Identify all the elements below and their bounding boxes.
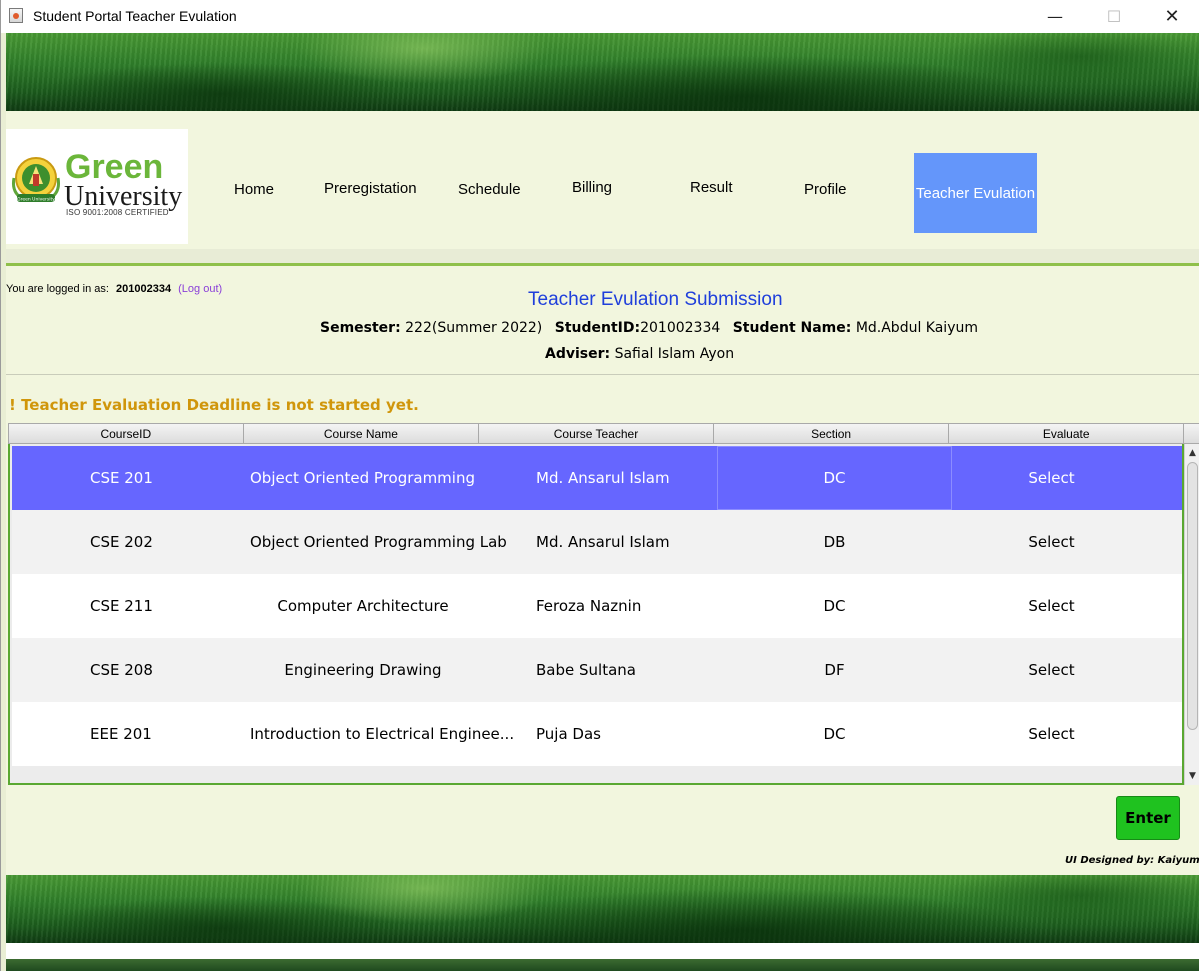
column-header-course-teacher[interactable]: Course Teacher (479, 424, 714, 443)
info-separator (6, 374, 1199, 375)
nav-preregistation[interactable]: Preregistation (324, 180, 417, 197)
bottom-banner-image (6, 875, 1199, 943)
table-scrollbar[interactable]: ▲ ▼ (1184, 444, 1199, 785)
table-row[interactable]: CSE 201 Object Oriented Programming Md. … (12, 446, 1182, 510)
maximize-button[interactable]: ☐ (1085, 0, 1143, 33)
table-header-corner (1184, 423, 1199, 444)
cell-course-name: Engineering Drawing (284, 661, 442, 679)
page-title: Teacher Evulation Submission (528, 289, 783, 310)
bottom-strip (6, 943, 1199, 959)
column-header-course-name[interactable]: Course Name (244, 424, 480, 443)
logo-text-university: University (64, 181, 183, 212)
evaluate-select-button[interactable]: Select (952, 446, 1151, 510)
header-divider-line (6, 263, 1199, 266)
student-name-value: Md.Abdul Kaiyum (855, 320, 978, 336)
nav-teacher-evulation[interactable]: Teacher Evulation (914, 153, 1037, 233)
logo-text-green: Green (65, 148, 164, 186)
cell-course-name: Object Oriented Programming (250, 469, 475, 487)
logout-link[interactable]: (Log out) (178, 283, 222, 295)
window-title: Student Portal Teacher Evulation (33, 8, 237, 24)
minimize-button[interactable]: — (1026, 0, 1084, 33)
cell-course-id: EEE 201 (90, 725, 152, 743)
column-header-evaluate[interactable]: Evaluate (949, 424, 1183, 443)
title-bar: Student Portal Teacher Evulation — ☐ ✕ (1, 0, 1199, 33)
cell-course-id: CSE 201 (90, 469, 153, 487)
table-row[interactable]: CSE 208 Engineering Drawing Babe Sultana… (12, 638, 1182, 702)
table-row[interactable]: EEE 201 Introduction to Electrical Engin… (12, 702, 1182, 766)
header-separator (6, 249, 1199, 263)
close-button[interactable]: ✕ (1143, 0, 1199, 33)
table-row[interactable]: CSE 202 Object Oriented Programming Lab … (12, 510, 1182, 574)
semester-value: 222(Summer 2022) (405, 320, 543, 336)
semester-label: Semester: (320, 320, 401, 336)
enter-button[interactable]: Enter (1116, 796, 1180, 840)
cell-teacher: Babe Sultana (536, 661, 636, 679)
login-label: You are logged in as: (6, 283, 109, 295)
table-row[interactable]: CSE 211 Computer Architecture Feroza Naz… (12, 574, 1182, 638)
nav-schedule[interactable]: Schedule (458, 181, 521, 198)
bottom-edge-image (6, 959, 1199, 971)
cell-section: DB (823, 533, 846, 551)
cell-course-name: Introduction to Electrical Enginee... (250, 725, 515, 743)
column-header-course-id[interactable]: CourseID (9, 424, 244, 443)
course-table: CSE 201 Object Oriented Programming Md. … (8, 444, 1184, 785)
student-info-line: Semester: 222(Summer 2022) StudentID:201… (320, 320, 978, 336)
nav-result[interactable]: Result (690, 179, 733, 196)
cell-course-id: CSE 211 (90, 597, 153, 615)
nav-profile[interactable]: Profile (804, 181, 847, 198)
login-user-id: 201002334 (116, 283, 172, 295)
university-logo: Green University Green University ISO 90… (6, 129, 188, 244)
cell-teacher: Feroza Naznin (536, 597, 642, 615)
university-emblem-icon: Green University (12, 157, 60, 203)
evaluate-select-button[interactable]: Select (952, 638, 1151, 702)
login-status: You are logged in as: 201002334 (Log out… (6, 283, 222, 295)
designer-credit: UI Designed by: Kaiyum (1065, 855, 1199, 866)
adviser-label: Adviser: (545, 346, 611, 362)
column-header-section[interactable]: Section (714, 424, 950, 443)
cell-course-id: CSE 202 (90, 533, 153, 551)
scroll-up-arrow-icon[interactable]: ▲ (1185, 444, 1199, 461)
java-app-icon (9, 8, 23, 23)
scrollbar-thumb[interactable] (1187, 462, 1198, 730)
nav-billing[interactable]: Billing (572, 179, 612, 196)
evaluate-select-button[interactable]: Select (952, 702, 1151, 766)
cell-section: DF (824, 661, 845, 679)
table-header: CourseID Course Name Course Teacher Sect… (8, 423, 1184, 444)
evaluate-select-button[interactable]: Select (952, 574, 1151, 638)
student-id-label: StudentID: (554, 320, 641, 336)
cell-section: DC (823, 597, 846, 615)
cell-teacher: Md. Ansarul Islam (536, 469, 670, 487)
adviser-value: Safial Islam Ayon (614, 346, 735, 362)
cell-teacher: Md. Ansarul Islam (536, 533, 670, 551)
cell-course-name: Computer Architecture (277, 597, 449, 615)
top-banner-image (6, 33, 1199, 111)
cell-section: DC (823, 725, 846, 743)
logo-certification: ISO 9001:2008 CERTIFIED (66, 208, 169, 217)
evaluate-select-button[interactable]: Select (952, 510, 1151, 574)
cell-course-id: CSE 208 (90, 661, 153, 679)
cell-section: DC (717, 446, 952, 510)
nav-home[interactable]: Home (234, 181, 274, 198)
student-name-label: Student Name: (732, 320, 852, 336)
scroll-down-arrow-icon[interactable]: ▼ (1185, 767, 1199, 784)
adviser-line: Adviser: Safial Islam Ayon (545, 346, 734, 362)
cell-teacher: Puja Das (536, 725, 601, 743)
svg-text:Green University: Green University (17, 197, 55, 203)
student-id-value: 201002334 (640, 320, 721, 336)
deadline-warning: ! Teacher Evaluation Deadline is not sta… (9, 396, 419, 414)
cell-course-name: Object Oriented Programming Lab (250, 533, 507, 551)
app-window: Student Portal Teacher Evulation — ☐ ✕ G… (0, 0, 1199, 971)
